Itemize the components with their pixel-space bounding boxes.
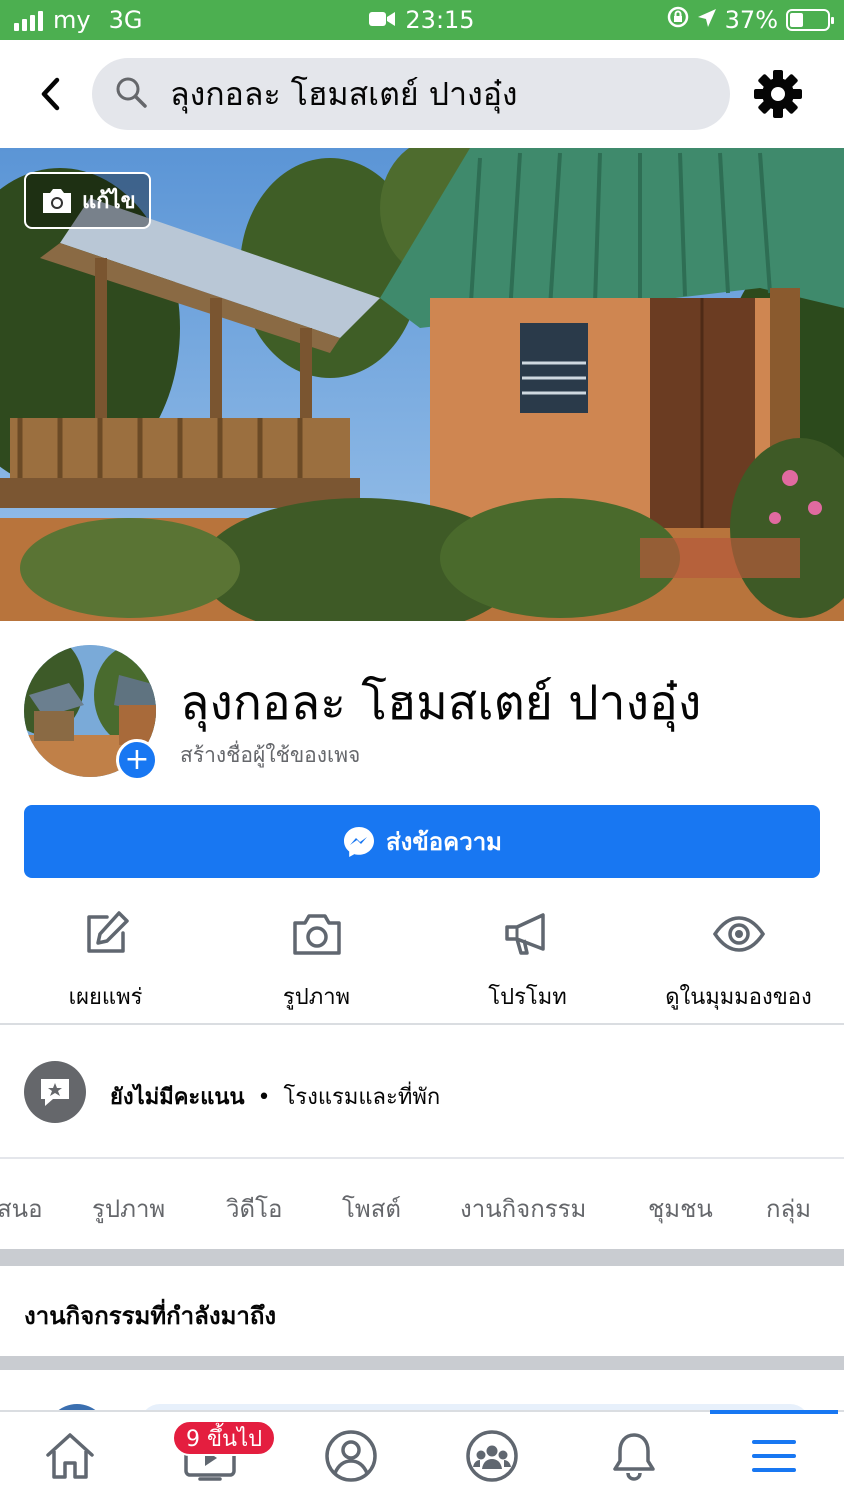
page-actions: เผยแพร่ รูปภาพ โปรโมท ดูในมุมมองของ <box>0 895 844 1025</box>
menu-icon <box>752 1440 796 1472</box>
nav-groups[interactable] <box>462 1426 522 1486</box>
bottom-nav: 9 ขึ้นไป <box>0 1410 844 1500</box>
profile-section: + ลุงกอละ โฮมสเตย์ ปางอุ๋ง สร้างชื่อผู้ใ… <box>0 621 844 801</box>
nav-notifications[interactable] <box>604 1426 664 1486</box>
messenger-icon <box>343 826 374 857</box>
cover-photo[interactable]: แก้ไข <box>0 148 844 621</box>
bell-icon <box>613 1433 655 1481</box>
review-icon <box>24 1061 86 1123</box>
promote-label: โปรโมท <box>488 985 567 1010</box>
upcoming-events-title: งานกิจกรรมที่กำลังมาถึง <box>24 1302 277 1330</box>
video-camera-icon <box>369 6 396 34</box>
search-icon <box>114 75 148 113</box>
battery-icon <box>786 9 834 31</box>
plus-icon: + <box>124 742 150 777</box>
orientation-lock-icon <box>667 6 689 34</box>
camera-icon <box>291 899 343 969</box>
tab-offers[interactable]: ข้อเสนอ <box>0 1189 43 1228</box>
nav-menu[interactable] <box>744 1426 804 1486</box>
rating-row[interactable]: ยังไม่มีคะแนน • โรงแรมและที่พัก <box>0 1027 844 1159</box>
tab-community[interactable]: ชุมชน <box>648 1189 713 1228</box>
tab-events[interactable]: งานกิจกรรม <box>460 1189 586 1228</box>
tab-photos[interactable]: รูปภาพ <box>92 1189 165 1228</box>
tab-videos[interactable]: วิดีโอ <box>226 1189 282 1228</box>
search-input[interactable]: ลุงกอละ โฮมสเตย์ ปางอุ๋ง <box>92 58 730 130</box>
tab-posts[interactable]: โพสต์ <box>342 1189 401 1228</box>
time-label: 23:15 <box>405 6 475 34</box>
home-icon <box>46 1433 94 1479</box>
location-arrow-icon <box>697 6 717 34</box>
status-bar: my 3G 23:15 37% <box>0 0 844 40</box>
page-title: ลุงกอละ โฮมสเตย์ ปางอุ๋ง <box>180 675 702 731</box>
add-profile-photo-button[interactable]: + <box>116 739 158 781</box>
eye-icon <box>712 899 765 969</box>
edit-cover-button[interactable]: แก้ไข <box>24 172 151 229</box>
edit-icon <box>81 899 131 969</box>
publish-action[interactable]: เผยแพร่ <box>0 895 211 1023</box>
promote-action[interactable]: โปรโมท <box>422 895 633 1023</box>
view-as-action[interactable]: ดูในมุมมองของ <box>633 895 844 1023</box>
nav-profile[interactable] <box>321 1426 381 1486</box>
search-query: ลุงกอละ โฮมสเตย์ ปางอุ๋ง <box>170 74 518 113</box>
photos-action[interactable]: รูปภาพ <box>211 895 422 1023</box>
camera-icon <box>43 188 71 213</box>
chevron-left-icon <box>41 77 60 111</box>
send-message-button[interactable]: ส่งข้อความ <box>24 805 820 878</box>
upcoming-events-section: งานกิจกรรมที่กำลังมาถึง <box>0 1266 844 1356</box>
notification-badge: 9 ขึ้นไป <box>172 1420 277 1456</box>
photos-label: รูปภาพ <box>282 985 351 1010</box>
send-message-label: ส่งข้อความ <box>385 828 502 856</box>
groups-icon <box>466 1430 518 1482</box>
page-category: โรงแรมและที่พัก <box>283 1085 441 1110</box>
rating-status: ยังไม่มีคะแนน <box>110 1085 245 1110</box>
composer-preview <box>0 1370 844 1410</box>
rating-separator: • <box>257 1085 271 1110</box>
section-divider <box>0 1356 844 1370</box>
active-tab-indicator <box>710 1410 838 1414</box>
view-as-label: ดูในมุมมองของ <box>665 985 812 1010</box>
create-username-link[interactable]: สร้างชื่อผู้ใช้ของเพจ <box>180 739 360 772</box>
megaphone-icon <box>503 899 553 969</box>
page-tabs: ข้อเสนอ รูปภาพ วิดีโอ โพสต์ งานกิจกรรม ช… <box>0 1161 844 1249</box>
publish-label: เผยแพร่ <box>68 985 143 1010</box>
edit-cover-label: แก้ไข <box>82 189 136 214</box>
back-button[interactable] <box>30 70 70 118</box>
rating-summary: ยังไม่มีคะแนน • โรงแรมและที่พัก <box>110 1079 440 1114</box>
profile-icon <box>325 1430 377 1482</box>
battery-percent: 37% <box>724 6 778 34</box>
tab-groups[interactable]: กลุ่ม <box>766 1189 811 1228</box>
settings-button[interactable] <box>752 68 804 120</box>
top-bar: ลุงกอละ โฮมสเตย์ ปางอุ๋ง <box>0 40 844 148</box>
nav-home[interactable] <box>40 1426 100 1486</box>
gear-icon <box>754 70 802 118</box>
section-divider <box>0 1249 844 1266</box>
